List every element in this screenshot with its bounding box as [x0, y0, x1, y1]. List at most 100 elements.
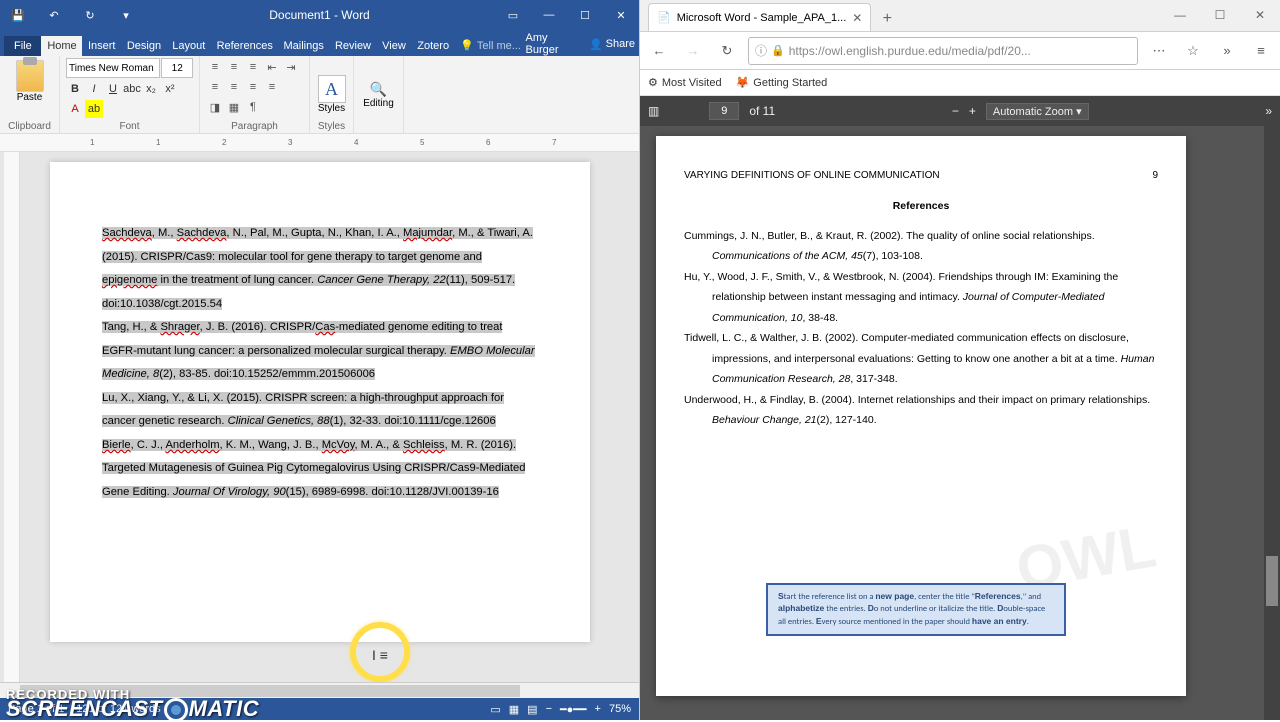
font-name-select[interactable]: Times New Roman: [66, 58, 160, 78]
info-icon[interactable]: ⓘ: [755, 42, 767, 59]
forward-button[interactable]: →: [680, 38, 706, 64]
vertical-ruler[interactable]: [4, 152, 20, 682]
pdf-page-input[interactable]: [709, 102, 739, 120]
pdf-tools-icon[interactable]: »: [1265, 104, 1272, 118]
qat-dropdown[interactable]: ▾: [108, 0, 144, 30]
pdf-viewport[interactable]: VARYING DEFINITIONS OF ONLINE COMMUNICAT…: [640, 126, 1280, 720]
browser-toolbar: ← → ↻ ⓘ 🔒 https://owl.english.purdue.edu…: [640, 32, 1280, 70]
tab-review[interactable]: Review: [329, 36, 376, 56]
tab-home[interactable]: Home: [41, 36, 82, 56]
redo-icon[interactable]: ↻: [72, 0, 108, 30]
horizontal-ruler[interactable]: 11234567: [0, 134, 639, 152]
tab-close-icon[interactable]: ✕: [852, 11, 862, 25]
text-cursor-icon: I ≡: [372, 647, 388, 663]
subscript-button[interactable]: x₂: [142, 80, 160, 98]
styles-icon[interactable]: A: [318, 75, 346, 103]
align-left-button[interactable]: ≡: [206, 78, 224, 96]
tab-references[interactable]: References: [211, 36, 278, 56]
bookmark-bar: ⚙ Most Visited 🦊 Getting Started: [640, 70, 1280, 96]
zoom-slider[interactable]: ━●━━: [560, 703, 587, 716]
zoom-out-button[interactable]: −: [546, 703, 552, 715]
tab-file[interactable]: File: [4, 36, 41, 56]
bookmark-icon[interactable]: ☆: [1180, 38, 1206, 64]
references-heading: References: [684, 196, 1158, 216]
pdf-zoom-in[interactable]: +: [969, 104, 976, 118]
ribbon-tabs: File Home Insert Design Layout Reference…: [0, 30, 639, 56]
font-size-select[interactable]: 12: [161, 58, 193, 78]
find-icon[interactable]: 🔍: [370, 81, 387, 98]
pilcrow-button[interactable]: ¶: [244, 98, 262, 116]
tab-design[interactable]: Design: [121, 36, 166, 56]
pdf-toolbar: ▥ of 11 − + Automatic Zoom ▾ »: [640, 96, 1280, 126]
styles-group: A Styles Styles: [310, 56, 354, 133]
reload-button[interactable]: ↻: [714, 38, 740, 64]
multilevel-button[interactable]: ≡: [244, 58, 262, 76]
new-tab-button[interactable]: +: [875, 7, 899, 31]
pdf-sidebar-icon[interactable]: ▥: [648, 104, 659, 118]
undo-icon[interactable]: ↶: [36, 0, 72, 30]
bookmark-most-visited[interactable]: ⚙ Most Visited: [648, 76, 722, 89]
tab-layout[interactable]: Layout: [166, 36, 210, 56]
tab-zotero[interactable]: Zotero: [411, 36, 454, 56]
paragraph-group: ≡ ≡ ≡ ⇤ ⇥ ≡ ≡ ≡ ≡ ◨ ▦ ¶ Paragraph: [200, 56, 310, 133]
view-read-icon[interactable]: ▭: [490, 703, 500, 716]
share-button[interactable]: 👤 Share: [589, 38, 635, 51]
align-center-button[interactable]: ≡: [225, 78, 243, 96]
more-icon[interactable]: ⋯: [1146, 38, 1172, 64]
borders-button[interactable]: ▦: [225, 98, 243, 116]
strikethrough-button[interactable]: abc: [123, 80, 141, 98]
view-print-icon[interactable]: ▦: [509, 703, 519, 716]
tab-insert[interactable]: Insert: [82, 36, 121, 56]
minimize-icon[interactable]: —: [531, 0, 567, 30]
word-window: 💾 ↶ ↻ ▾ Document1 - Word ▭ — ☐ ✕ File Ho…: [0, 0, 640, 720]
bookmark-getting-started[interactable]: 🦊 Getting Started: [736, 76, 828, 89]
overflow-icon[interactable]: »: [1214, 38, 1240, 64]
pdf-zoom-out[interactable]: −: [952, 104, 959, 118]
display-options-icon[interactable]: ▭: [495, 0, 531, 30]
pdf-page: VARYING DEFINITIONS OF ONLINE COMMUNICAT…: [656, 136, 1186, 696]
editing-group: 🔍 Editing: [354, 56, 404, 133]
clipboard-group: Paste Clipboard: [0, 56, 60, 133]
zoom-in-button[interactable]: +: [595, 703, 601, 715]
pdf-annotation-box: Start the reference list on a new page, …: [766, 583, 1066, 636]
browser-tab[interactable]: 📄 Microsoft Word - Sample_APA_1... ✕: [648, 3, 871, 31]
browser-close-icon[interactable]: ✕: [1240, 0, 1280, 31]
ribbon-content: Paste Clipboard Times New Roman 12 B I U…: [0, 56, 639, 134]
pdf-scrollbar[interactable]: [1264, 126, 1280, 720]
tab-mailings[interactable]: Mailings: [278, 36, 329, 56]
word-title: Document1 - Word: [144, 8, 495, 22]
paste-button[interactable]: Paste: [6, 60, 53, 103]
superscript-button[interactable]: x²: [161, 80, 179, 98]
bullets-button[interactable]: ≡: [206, 58, 224, 76]
align-right-button[interactable]: ≡: [244, 78, 262, 96]
menu-icon[interactable]: ≡: [1248, 38, 1274, 64]
highlight-button[interactable]: ab: [85, 100, 103, 118]
shading-button[interactable]: ◨: [206, 98, 224, 116]
document-page[interactable]: Sachdeva, M., Sachdeva, N., Pal, M., Gup…: [50, 162, 590, 642]
numbering-button[interactable]: ≡: [225, 58, 243, 76]
italic-button[interactable]: I: [85, 80, 103, 98]
tab-view[interactable]: View: [376, 36, 411, 56]
bold-button[interactable]: B: [66, 80, 84, 98]
tell-me[interactable]: 💡 Tell me...: [454, 35, 525, 56]
font-color-button[interactable]: A: [66, 100, 84, 118]
indent-dec-button[interactable]: ⇤: [263, 58, 281, 76]
word-titlebar: 💾 ↶ ↻ ▾ Document1 - Word ▭ — ☐ ✕: [0, 0, 639, 30]
user-name[interactable]: Amy Burger: [525, 32, 580, 56]
browser-maximize-icon[interactable]: ☐: [1200, 0, 1240, 31]
close-icon[interactable]: ✕: [603, 0, 639, 30]
lock-icon: 🔒: [771, 44, 785, 57]
browser-minimize-icon[interactable]: —: [1160, 0, 1200, 31]
justify-button[interactable]: ≡: [263, 78, 281, 96]
browser-titlebar: 📄 Microsoft Word - Sample_APA_1... ✕ + —…: [640, 0, 1280, 32]
underline-button[interactable]: U: [104, 80, 122, 98]
back-button[interactable]: ←: [646, 38, 672, 64]
document-canvas: Sachdeva, M., Sachdeva, N., Pal, M., Gup…: [0, 152, 639, 682]
save-icon[interactable]: 💾: [0, 0, 36, 30]
indent-inc-button[interactable]: ⇥: [282, 58, 300, 76]
pdf-zoom-select[interactable]: Automatic Zoom ▾: [986, 103, 1089, 120]
maximize-icon[interactable]: ☐: [567, 0, 603, 30]
url-bar[interactable]: ⓘ 🔒 https://owl.english.purdue.edu/media…: [748, 37, 1138, 65]
view-web-icon[interactable]: ▤: [527, 703, 537, 716]
zoom-level[interactable]: 75%: [609, 703, 631, 715]
